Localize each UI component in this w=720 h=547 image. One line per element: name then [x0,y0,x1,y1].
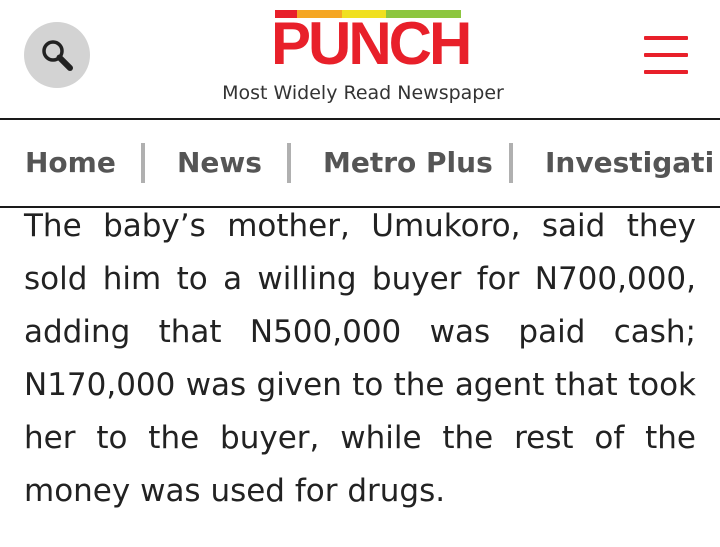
article-paragraph: The baby’s mother, Umukoro, said they so… [24,208,696,509]
nav-item-news[interactable]: News [177,120,262,206]
site-tagline: Most Widely Read Newspaper [222,82,504,104]
nav-divider [509,143,513,183]
nav-item-home[interactable]: Home [25,120,116,206]
logo-wordmark: PUNCH [271,10,472,77]
nav-item-investigations[interactable]: Investigati [545,120,714,206]
menu-button[interactable] [644,36,688,74]
search-button[interactable] [24,22,90,88]
nav-divider [287,143,291,183]
nav-item-metro-plus[interactable]: Metro Plus [323,120,493,206]
punch-logo[interactable]: PUNCH [271,10,472,77]
nav-divider [141,143,145,183]
site-header: PUNCH Most Widely Read Newspaper [0,0,720,120]
main-navigation: Home News Metro Plus Investigati [0,120,720,208]
search-icon [42,40,73,71]
